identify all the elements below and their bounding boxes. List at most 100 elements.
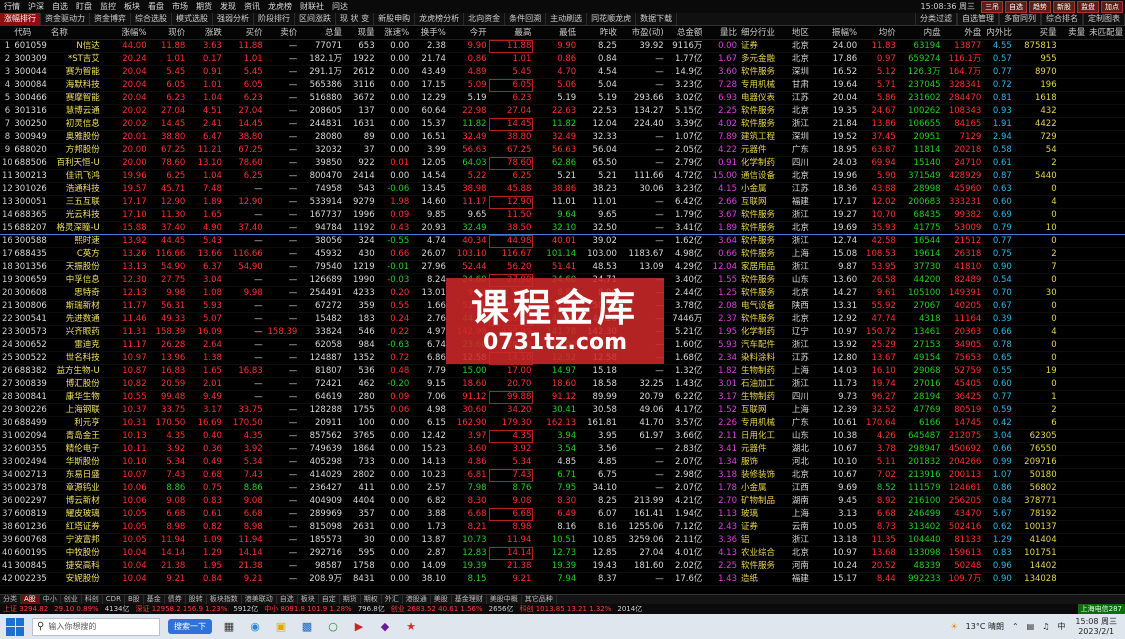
menu-item[interactable]: 自选 xyxy=(48,1,72,12)
table-row[interactable]: 18 301356 天振股份 13.13 54.90 6.37 54.90—79540 121… xyxy=(0,260,1125,274)
right-tab-0[interactable]: 分类过滤 xyxy=(915,13,957,25)
column-header[interactable]: 量比 xyxy=(704,27,739,40)
column-header[interactable]: 涨幅% xyxy=(101,27,149,40)
column-header[interactable]: 总金额 xyxy=(665,27,705,40)
menu-item[interactable]: 板块 xyxy=(120,1,144,12)
column-header[interactable]: 振幅% xyxy=(824,27,860,40)
table-row[interactable]: 13 300051 三五互联 17.17 12.90 1.89 12.90—533914 92… xyxy=(0,195,1125,209)
table-row[interactable]: 38 601236 红塔证券 10.05 8.98 0.82 8.98—815098 2631… xyxy=(0,520,1125,534)
app-icon[interactable]: ◆ xyxy=(376,618,394,636)
toolbar-button[interactable]: 趋势 xyxy=(1029,0,1051,13)
tab-8[interactable]: 现 状 变 xyxy=(336,13,375,25)
column-header[interactable]: 今开 xyxy=(447,27,489,40)
table-row[interactable]: 6 301316 慧博云通 20.02 27.04 4.51 27.04—208605 137… xyxy=(0,104,1125,118)
table-row[interactable]: 5 300466 赛摩智能 20.04 6.23 1.04 6.23—516880 3672 0… xyxy=(0,91,1125,105)
taskbar-search-input[interactable]: ⚲ 输入你想搜的 xyxy=(32,617,160,636)
right-tab-2[interactable]: 多窗同列 xyxy=(999,13,1041,25)
table-row[interactable]: 36 002297 博云新材 10.06 9.08 0.83 9.08—404909 4404… xyxy=(0,494,1125,508)
tab-7[interactable]: 区间涨跌 xyxy=(295,13,336,25)
menu-item[interactable]: 市场 xyxy=(168,1,192,12)
column-header[interactable]: 买价 xyxy=(223,27,265,40)
table-row[interactable]: 35 002378 章源钨业 10.06 8.86 0.75 8.86—236427 411 0… xyxy=(0,481,1125,495)
toolbar-button[interactable]: 新股 xyxy=(1053,0,1075,13)
table-row[interactable]: 7 300250 初灵信息 20.02 14.45 2.41 14.45—244831 163… xyxy=(0,117,1125,131)
toolbar-button[interactable]: 三吊 xyxy=(981,0,1003,13)
sheet-tab[interactable]: 其它品种 xyxy=(522,595,557,604)
tab-3[interactable]: 综合选股 xyxy=(131,13,172,25)
tab-0[interactable]: 涨幅排行 xyxy=(0,13,41,25)
sheet-tab[interactable]: 期权 xyxy=(361,595,382,604)
sheet-tab[interactable]: 港股通 xyxy=(403,595,431,604)
table-row[interactable]: 26 688382 益方生物-U 10.87 16.83 1.65 16.83—81807 5… xyxy=(0,364,1125,378)
sheet-tab[interactable]: 板块 xyxy=(298,595,319,604)
menu-item[interactable]: 财联社 xyxy=(296,1,328,12)
sheet-tab[interactable]: 创业 xyxy=(61,595,82,604)
column-header[interactable]: 昨收 xyxy=(578,27,619,40)
menu-item[interactable]: 问达 xyxy=(328,1,352,12)
sheet-tab[interactable]: 自选 xyxy=(277,595,298,604)
table-row[interactable]: 17 688435 C英方 13.26 116.66 13.66 116.66—45932 4… xyxy=(0,247,1125,261)
column-header[interactable]: 均价 xyxy=(859,27,898,40)
table-row[interactable]: 16 300588 熙时速 13.92 44.45 5.43— —38056 324 -0.55… xyxy=(0,234,1125,248)
sheet-tab[interactable]: 自定 xyxy=(319,595,340,604)
column-header[interactable]: 涨跌 xyxy=(187,27,224,40)
table-row[interactable]: 15 688207 格灵深瞳-U 15.88 37.40 4.90 37.40—94784 1… xyxy=(0,221,1125,235)
table-row[interactable]: 8 300949 奥雅股份 20.01 38.80 6.47 38.80—28080 89 0.… xyxy=(0,130,1125,144)
video-icon[interactable]: ▶ xyxy=(350,618,368,636)
sheet-tab[interactable]: 港美联动 xyxy=(242,595,277,604)
right-tab-1[interactable]: 自选管理 xyxy=(957,13,999,25)
tab-9[interactable]: 新股申购 xyxy=(374,13,416,25)
input-language[interactable]: 中 xyxy=(1057,621,1065,632)
right-tab-3[interactable]: 综合排名 xyxy=(1041,13,1083,25)
column-header[interactable]: 最低 xyxy=(533,27,579,40)
chevron-up-icon[interactable]: ⌃ xyxy=(1012,622,1019,631)
browser-icon[interactable]: ◉ xyxy=(246,618,264,636)
store-icon[interactable]: ▩ xyxy=(298,618,316,636)
task-view-icon[interactable]: ▦ xyxy=(220,618,238,636)
menu-item[interactable]: 期货 xyxy=(192,1,216,12)
table-row[interactable]: 3 300044 赛为智能 20.04 5.45 0.91 5.45—291.1万 2612 0… xyxy=(0,65,1125,79)
column-header[interactable]: 市盈(动) xyxy=(618,27,666,40)
menu-item[interactable]: 沪深 xyxy=(24,1,48,12)
column-header[interactable]: 现量 xyxy=(344,27,377,40)
sheet-tab[interactable]: CDR xyxy=(103,595,125,604)
sheet-tab[interactable]: B股 xyxy=(125,595,144,604)
toolbar-button[interactable]: 自选 xyxy=(1005,0,1027,13)
menu-item[interactable]: 龙虎榜 xyxy=(264,1,296,12)
column-header[interactable]: 现价 xyxy=(148,27,188,40)
trading-app-icon[interactable]: ★ xyxy=(402,618,420,636)
sheet-tab[interactable]: 外汇 xyxy=(382,595,403,604)
table-row[interactable]: 34 002713 东易日盛 10.07 7.43 0.68 7.43—414029 2802… xyxy=(0,468,1125,482)
sheet-tab[interactable]: 板块指数 xyxy=(207,595,242,604)
menu-item[interactable]: 资讯 xyxy=(240,1,264,12)
menu-item[interactable]: 发现 xyxy=(216,1,240,12)
taskbar-clock[interactable]: 15:08 周三 2023/2/1 xyxy=(1075,617,1117,637)
column-header[interactable]: 总量 xyxy=(299,27,345,40)
table-row[interactable]: 11 300213 佳讯飞鸿 19.96 6.25 1.04 6.25—800470 2414… xyxy=(0,169,1125,183)
column-header[interactable]: 外盘 xyxy=(942,27,984,40)
column-header[interactable]: 代码 xyxy=(12,27,49,40)
weather-text[interactable]: 13°C 晴朗 xyxy=(966,621,1004,632)
menu-item[interactable]: 行情 xyxy=(0,1,24,12)
sheet-tab[interactable]: 中小 xyxy=(40,595,61,604)
sheet-tab[interactable]: 分类 xyxy=(0,595,21,604)
column-header[interactable]: 未匹配量 xyxy=(1087,27,1125,40)
sheet-tab[interactable]: 基金理财 xyxy=(452,595,487,604)
sheet-tab[interactable]: 基金 xyxy=(144,595,165,604)
table-row[interactable]: 31 002094 青岛金王 10.13 4.35 0.40 4.35—857562 3765… xyxy=(0,429,1125,443)
tab-5[interactable]: 强弱分析 xyxy=(213,13,254,25)
tab-11[interactable]: 北向资金 xyxy=(464,13,506,25)
table-row[interactable]: 30 688499 利元亨 10.31 170.50 16.69 170.50—20911 1… xyxy=(0,416,1125,430)
windows-start-icon[interactable] xyxy=(6,617,24,636)
tab-2[interactable]: 资金博弈 xyxy=(90,13,131,25)
column-header[interactable]: 卖量 xyxy=(1058,27,1088,40)
toolbar-button[interactable]: 加点 xyxy=(1101,0,1123,13)
column-header[interactable]: 细分行业 xyxy=(739,27,790,40)
column-header[interactable]: 买量 xyxy=(1013,27,1059,40)
table-row[interactable]: 27 300839 博汇股份 10.82 20.59 2.01— —72421 462 -0.2… xyxy=(0,377,1125,391)
table-row[interactable]: 14 688365 光云科技 17.10 11.30 1.65— —167737 1996 0.… xyxy=(0,208,1125,222)
tab-4[interactable]: 模式选股 xyxy=(172,13,213,25)
table-row[interactable]: 1 601059 N信达 44.00 11.88 3.63 11.88—77071 653 0.… xyxy=(0,39,1125,53)
column-header[interactable]: 地区 xyxy=(789,27,825,40)
table-row[interactable]: 29 300226 上海钢联 10.37 33.75 3.17 33.75—128288 17… xyxy=(0,403,1125,417)
